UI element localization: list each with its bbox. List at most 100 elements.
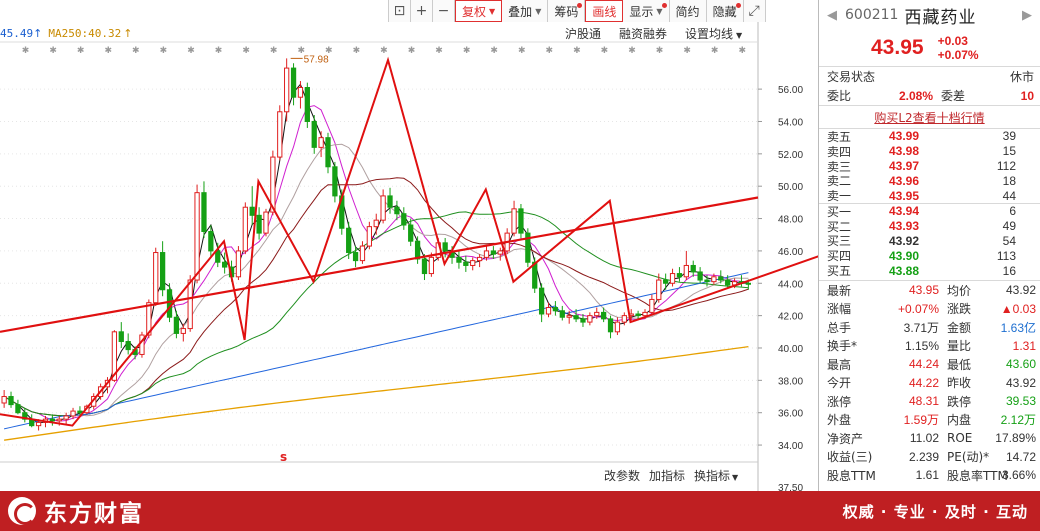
- stat-row: 换手* 1.15% 量比 1.31: [819, 336, 1040, 355]
- y-tick-label: 34.00: [778, 441, 803, 452]
- y-tick-label: 42.00: [778, 312, 803, 323]
- stock-name: 西藏药业: [904, 7, 977, 28]
- stat-label: 换手*: [827, 339, 858, 354]
- bids-volume: 49: [1002, 219, 1016, 234]
- stat-label: 最低: [947, 357, 972, 372]
- asks-price: 43.96: [889, 173, 920, 188]
- candle-body: [594, 311, 600, 317]
- switch-indicator-button[interactable]: 换指标 ▼: [694, 467, 738, 484]
- stat-value: 3.71万: [903, 320, 939, 335]
- candle-body: [242, 206, 248, 252]
- event-marker-icon: ✱: [711, 46, 719, 56]
- prev-stock-icon[interactable]: ◀: [819, 8, 845, 23]
- candle-body: [394, 206, 400, 215]
- y-tick-label: 36.00: [778, 409, 803, 420]
- bids-row[interactable]: 买五 43.88 16: [819, 263, 1040, 279]
- fullscreen-icon[interactable]: ⤢: [744, 0, 766, 22]
- wc-value: 10: [1020, 88, 1034, 103]
- caret-down-icon: ▼: [489, 6, 496, 16]
- event-marker-icon: ✱: [353, 46, 361, 56]
- stat-row: 最高 44.24 最低 43.60: [819, 355, 1040, 374]
- quote-panel: ◀ 600211 西藏药业 ▶ 43.95 +0.03 +0.07% 交易状态 …: [818, 0, 1040, 491]
- candle-body: [559, 310, 565, 318]
- margin-trading-button[interactable]: 融资融券: [619, 25, 667, 42]
- asks-row[interactable]: 卖一 43.95 44: [819, 188, 1040, 204]
- toolbar-label: 复权: [462, 4, 487, 19]
- candle-body: [49, 418, 56, 422]
- kline-chart-area[interactable]: 56.00 54.00 52.00 50.00 48.00 46.00 44.00 42.00…: [0, 0, 818, 491]
- toolbar-label: 画线: [592, 4, 617, 19]
- event-marker-icon: ✱: [49, 46, 57, 56]
- event-marker-icon: ✱: [490, 46, 498, 56]
- wb-value: 2.08%: [898, 88, 933, 103]
- asks-price: 43.97: [889, 158, 920, 173]
- candle-body: [649, 298, 655, 313]
- event-marker-icon: ✱: [270, 46, 278, 56]
- candle-body: [56, 418, 62, 422]
- plus-icon[interactable]: +: [411, 0, 433, 22]
- change-param-button[interactable]: 改参数: [604, 467, 640, 484]
- toolbar-button-9[interactable]: 隐藏: [707, 0, 744, 22]
- toolbar-button-5[interactable]: 筹码: [548, 0, 586, 22]
- stat-label: 昨收: [947, 376, 972, 391]
- quote-stats: 最新 43.95 均价 43.92 涨幅 +0.07% 涨跌 ▲0.03 总手 3.71万 金额 1.…: [819, 281, 1040, 485]
- bids-row[interactable]: 买一 43.94 6: [819, 204, 1040, 219]
- stat-label: 涨幅: [827, 302, 852, 317]
- lock-icon[interactable]: ⊡: [389, 0, 411, 22]
- asks-row[interactable]: 卖三 43.97 112: [819, 159, 1040, 174]
- asks-row[interactable]: 卖五 43.99 39: [819, 129, 1040, 144]
- brand-footer: 东方财富 权威 · 专业 · 及时 · 互动: [0, 491, 1040, 531]
- asks-volume: 44: [1002, 188, 1016, 203]
- hk-connect-button[interactable]: 沪股通: [565, 25, 601, 42]
- toolbar-button-6[interactable]: 画线: [585, 0, 624, 22]
- candle-body: [277, 111, 283, 158]
- candle-body: [366, 226, 372, 247]
- event-marker-icon: ✱: [518, 46, 526, 56]
- bids-price: 43.88: [889, 263, 920, 278]
- stat-label: 净资产: [827, 431, 864, 446]
- stat-value: ▲0.03: [1000, 301, 1036, 316]
- candle-body: [249, 206, 255, 216]
- toolbar-label: 显示: [629, 4, 654, 19]
- toolbar-button-4[interactable]: 叠加 ▼: [502, 0, 549, 22]
- stat-label: 股息TTM: [827, 468, 876, 483]
- stat-label: 总手: [827, 320, 852, 335]
- candle-body: [222, 261, 228, 268]
- price-change: +0.03: [937, 34, 968, 48]
- stat-value: 44.24: [908, 357, 939, 372]
- candle-body: [497, 250, 503, 255]
- asks-volume: 112: [996, 158, 1016, 173]
- bids-row[interactable]: 买三 43.92 54: [819, 234, 1040, 249]
- stat-label: 收益(三): [827, 450, 873, 465]
- ma250-value: MA250:40.32: [48, 27, 122, 40]
- trade-status-value: 休市: [1009, 70, 1034, 84]
- ma-setting-button[interactable]: 设置均线 ▼: [685, 25, 742, 42]
- bids-row[interactable]: 买二 43.93 49: [819, 219, 1040, 234]
- candle-body: [325, 137, 331, 168]
- minus-icon[interactable]: −: [433, 0, 455, 22]
- bids-row[interactable]: 买四 43.90 113: [819, 248, 1040, 264]
- asks-row[interactable]: 卖二 43.96 18: [819, 173, 1040, 189]
- toolbar-button-3[interactable]: 复权 ▼: [455, 0, 503, 22]
- event-marker-icon: ✱: [408, 46, 416, 56]
- candle-body: [77, 410, 83, 414]
- asks-price: 43.99: [889, 129, 920, 144]
- toolbar-button-7[interactable]: 显示 ▼: [623, 0, 670, 22]
- l2-upgrade-link[interactable]: 购买L2查看十档行情: [819, 106, 1040, 128]
- toolbar-button-8[interactable]: 简约: [670, 0, 707, 22]
- asks-price: 43.95: [889, 188, 920, 203]
- asks-row[interactable]: 卖四 43.98 15: [819, 144, 1040, 159]
- price-change-pct: +0.07%: [937, 48, 979, 62]
- candle-body: [421, 258, 428, 275]
- candle-body: [725, 279, 731, 286]
- stat-value: 14.72: [1005, 449, 1036, 464]
- kline-chart[interactable]: 56.00 54.00 52.00 50.00 48.00 46.00 44.00 42.00…: [0, 0, 818, 491]
- max-price-label: 57.98: [304, 54, 329, 65]
- stat-row: 涨幅 +0.07% 涨跌 ▲0.03: [819, 299, 1040, 318]
- indicator-bar: 改参数 加指标 换指标 ▼: [604, 467, 747, 484]
- next-stock-icon[interactable]: ▶: [1014, 8, 1040, 23]
- add-indicator-button[interactable]: 加指标: [649, 467, 685, 484]
- candle-body: [663, 279, 669, 284]
- event-marker-icon: ✱: [601, 46, 609, 56]
- stat-row: 总手 3.71万 金额 1.63亿: [819, 318, 1040, 337]
